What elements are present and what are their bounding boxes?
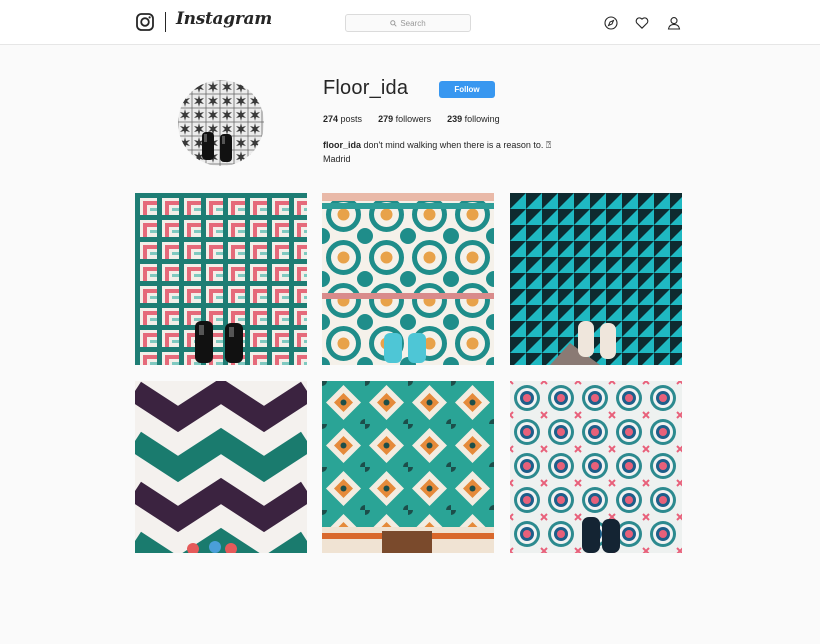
profile-user-icon[interactable] bbox=[667, 16, 681, 30]
bio-text: don't mind walking when there is a reaso… bbox=[363, 140, 552, 150]
post-tile-6[interactable] bbox=[510, 381, 682, 553]
posts-label: posts bbox=[340, 114, 363, 124]
top-navigation-bar: Instagram Search bbox=[0, 0, 820, 45]
profile-stats: 274 posts 279 followers 239 following bbox=[323, 114, 500, 124]
bio-handle: floor_ida bbox=[323, 140, 362, 150]
profile-username: Floor_ida bbox=[323, 77, 409, 99]
search-placeholder: Search bbox=[400, 18, 426, 28]
logo-divider bbox=[165, 12, 166, 32]
followers-stat[interactable]: 279 followers bbox=[378, 114, 431, 124]
instagram-camera-icon[interactable] bbox=[136, 13, 154, 31]
post-tile-3[interactable] bbox=[510, 193, 682, 365]
posts-stat: 274 posts bbox=[323, 114, 362, 124]
bio-location: Madrid bbox=[323, 154, 351, 164]
profile-avatar[interactable] bbox=[178, 80, 264, 166]
post-tile-4[interactable] bbox=[135, 381, 307, 553]
follow-button[interactable]: Follow bbox=[439, 81, 495, 98]
followers-count: 279 bbox=[378, 114, 394, 124]
search-input[interactable]: Search bbox=[345, 14, 471, 32]
explore-compass-icon[interactable] bbox=[604, 16, 618, 30]
post-tile-2[interactable] bbox=[322, 193, 494, 365]
post-tile-1[interactable] bbox=[135, 193, 307, 365]
posts-count: 274 bbox=[323, 114, 339, 124]
following-label: following bbox=[464, 114, 500, 124]
search-icon bbox=[390, 19, 397, 27]
instagram-wordmark[interactable]: Instagram bbox=[176, 9, 272, 29]
activity-heart-icon[interactable] bbox=[635, 16, 649, 30]
following-count: 239 bbox=[447, 114, 463, 124]
profile-bio: floor_ida don't mind walking when there … bbox=[323, 138, 551, 166]
followers-label: followers bbox=[395, 114, 432, 124]
following-stat[interactable]: 239 following bbox=[447, 114, 500, 124]
post-tile-5[interactable] bbox=[322, 381, 494, 553]
